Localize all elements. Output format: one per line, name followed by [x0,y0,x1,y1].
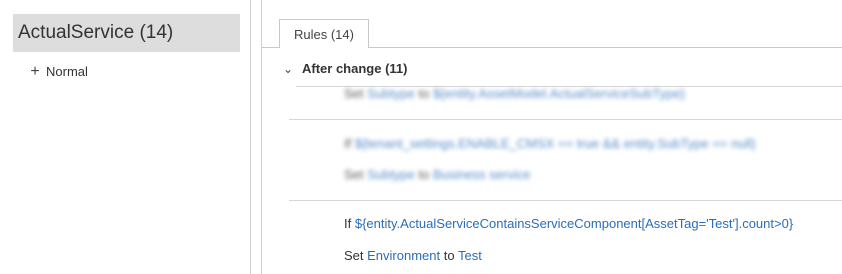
rule-set-line: Set Subtype to Business service [344,167,530,182]
value-link[interactable]: Business service [433,167,531,182]
expand-plus-icon[interactable]: + [28,63,42,81]
value-link[interactable]: Test [458,248,482,263]
tab-rules[interactable]: Rules (14) [279,19,369,48]
rule-if-line: If ${tenant_settings.ENABLE_CMSX == true… [344,136,756,151]
keyword-set: Set [344,167,364,182]
keyword-set: Set [344,248,364,263]
rule-divider [289,200,842,201]
panel-gap [251,0,261,274]
keyword-if: If [344,216,352,231]
rules-panel: Rules (14) ⌄ After change (11) Set Subty… [261,0,842,274]
entity-title: ActualService (14) [18,22,174,43]
tree-item-label: Normal [46,64,88,79]
field-link[interactable]: Environment [367,248,440,263]
keyword-to: to [418,86,430,101]
condition-expression[interactable]: ${tenant_settings.ENABLE_CMSX == true &&… [355,136,756,151]
rule-if-line: If ${entity.ActualServiceContainsService… [344,216,793,231]
keyword-to: to [418,167,430,182]
field-link[interactable]: Subtype [367,167,415,182]
section-title: After change (11) [302,61,408,76]
field-link[interactable]: Subtype [367,86,415,101]
tab-baseline [369,47,842,48]
keyword-to: to [443,248,455,263]
rule-set-line: Set Subtype to ${entity.AssetModel.Actua… [344,86,685,101]
rule-divider [289,119,842,120]
entity-header[interactable]: ActualService (14) [13,14,240,52]
value-link[interactable]: ${entity.AssetModel.ActualServiceSubType… [433,86,685,101]
tab-baseline [262,47,279,48]
chevron-down-icon[interactable]: ⌄ [283,60,295,78]
keyword-set: Set [344,86,364,101]
rule-set-line: Set Environment to Test [344,248,482,263]
condition-expression[interactable]: ${entity.ActualServiceContainsServiceCom… [355,216,793,231]
tab-rules-label: Rules (14) [294,27,354,42]
entity-tree-panel: ActualService (14) + Normal [0,0,251,274]
keyword-if: If [344,136,352,151]
